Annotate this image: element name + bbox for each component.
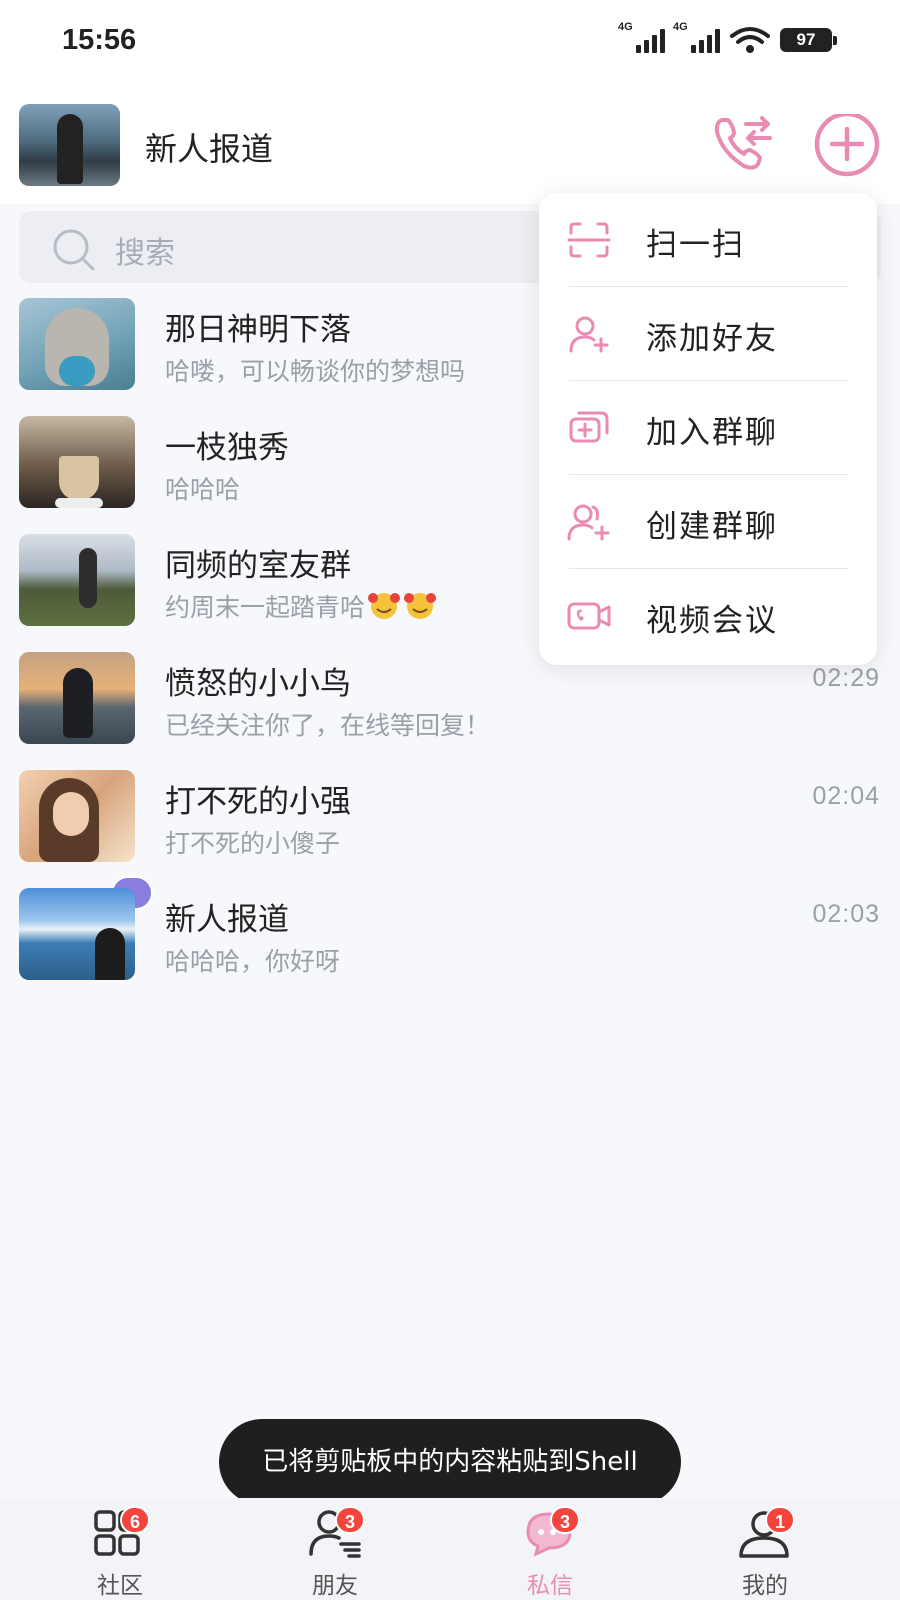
chat-name: 那日神明下落: [165, 312, 351, 348]
tab-label: 朋友: [312, 1573, 358, 1599]
search-placeholder: 搜索: [115, 236, 175, 271]
chat-preview: 打不死的小傻子: [165, 829, 341, 858]
add-menu-dropdown: 扫一扫 添加好友 加入群聊 创建群聊 视频会议: [539, 193, 877, 665]
add-friend-icon: [569, 316, 609, 353]
tab-profile[interactable]: 1 我的: [685, 1498, 845, 1600]
tab-label: 我的: [742, 1573, 788, 1599]
tab-label: 私信: [527, 1573, 573, 1599]
phone-switch-icon[interactable]: [708, 108, 778, 178]
chat-preview: 哈哈哈，你好呀: [165, 947, 341, 976]
chat-time: 02:03: [812, 900, 880, 928]
smiling-face-with-hearts-icon: [404, 593, 437, 619]
menu-item-label: 加入群聊: [646, 415, 778, 451]
chat-name: 愤怒的小小鸟: [165, 666, 351, 702]
chat-preview: 哈哈哈: [165, 475, 241, 504]
avatar: [19, 298, 135, 390]
avatar: [19, 534, 135, 626]
toast-message: 已将剪贴板中的内容粘贴到Shell: [219, 1419, 681, 1505]
chat-name: 新人报道: [165, 902, 289, 938]
avatar: [19, 652, 135, 744]
avatar: [19, 416, 135, 508]
wifi-icon: [730, 27, 770, 53]
tab-friends[interactable]: 3 朋友: [255, 1498, 415, 1600]
smiling-face-with-hearts-icon: [368, 593, 401, 619]
menu-item-label: 视频会议: [646, 603, 778, 639]
video-meeting-icon: [567, 602, 611, 630]
menu-item-add-friend[interactable]: 添加好友: [539, 287, 877, 381]
notification-badge: 3: [335, 1506, 365, 1534]
avatar[interactable]: [19, 104, 120, 186]
chat-preview: 已经关注你了，在线等回复！: [165, 711, 491, 740]
bottom-tab-bar: 6 社区 3 朋友 3 私信 1 我的: [0, 1498, 900, 1600]
notification-badge: 6: [120, 1506, 150, 1534]
tab-messages[interactable]: 3 私信: [470, 1498, 630, 1600]
page-title: 新人报道: [145, 130, 274, 168]
plus-circle-icon[interactable]: [812, 114, 882, 184]
menu-item-video-meeting[interactable]: 视频会议: [539, 569, 877, 663]
menu-item-join-group[interactable]: 加入群聊: [539, 381, 877, 475]
notification-badge: 1: [765, 1506, 795, 1534]
chat-list-item[interactable]: 新人报道 哈哈哈，你好呀 02:03: [0, 880, 900, 998]
app-header: 新人报道: [0, 86, 900, 204]
search-icon: [53, 229, 95, 271]
tab-community[interactable]: 6 社区: [40, 1498, 200, 1600]
tab-label: 社区: [97, 1573, 143, 1599]
chat-preview: 哈喽，可以畅谈你的梦想吗: [165, 357, 466, 386]
chat-preview: 约周末一起踏青哈: [165, 588, 437, 624]
menu-item-label: 创建群聊: [646, 509, 778, 545]
chat-name: 同频的室友群: [165, 548, 351, 584]
battery-indicator: 97: [780, 28, 837, 52]
menu-item-label: 扫一扫: [646, 227, 745, 263]
chat-list-item[interactable]: 打不死的小强 打不死的小傻子 02:04: [0, 762, 900, 880]
status-time: 15:56: [62, 24, 137, 56]
chat-name: 打不死的小强: [165, 784, 351, 820]
chat-time: 02:04: [812, 782, 880, 810]
join-group-icon: [569, 411, 609, 443]
menu-item-label: 添加好友: [646, 321, 778, 357]
status-bar: 15:56 4G 4G 97: [0, 0, 900, 86]
chat-time: 02:29: [812, 664, 880, 692]
cellular-signal-icon: 4G: [618, 21, 665, 53]
cellular-signal-icon: 4G: [673, 21, 720, 53]
menu-item-scan[interactable]: 扫一扫: [539, 193, 877, 287]
notification-badge: 3: [550, 1506, 580, 1534]
status-icons: 4G 4G 97: [618, 21, 837, 54]
avatar: [19, 770, 135, 862]
create-group-icon: [567, 504, 610, 541]
menu-item-create-group[interactable]: 创建群聊: [539, 475, 877, 569]
scan-icon: [567, 222, 611, 258]
avatar: [19, 888, 135, 980]
chat-name: 一枝独秀: [165, 430, 289, 466]
